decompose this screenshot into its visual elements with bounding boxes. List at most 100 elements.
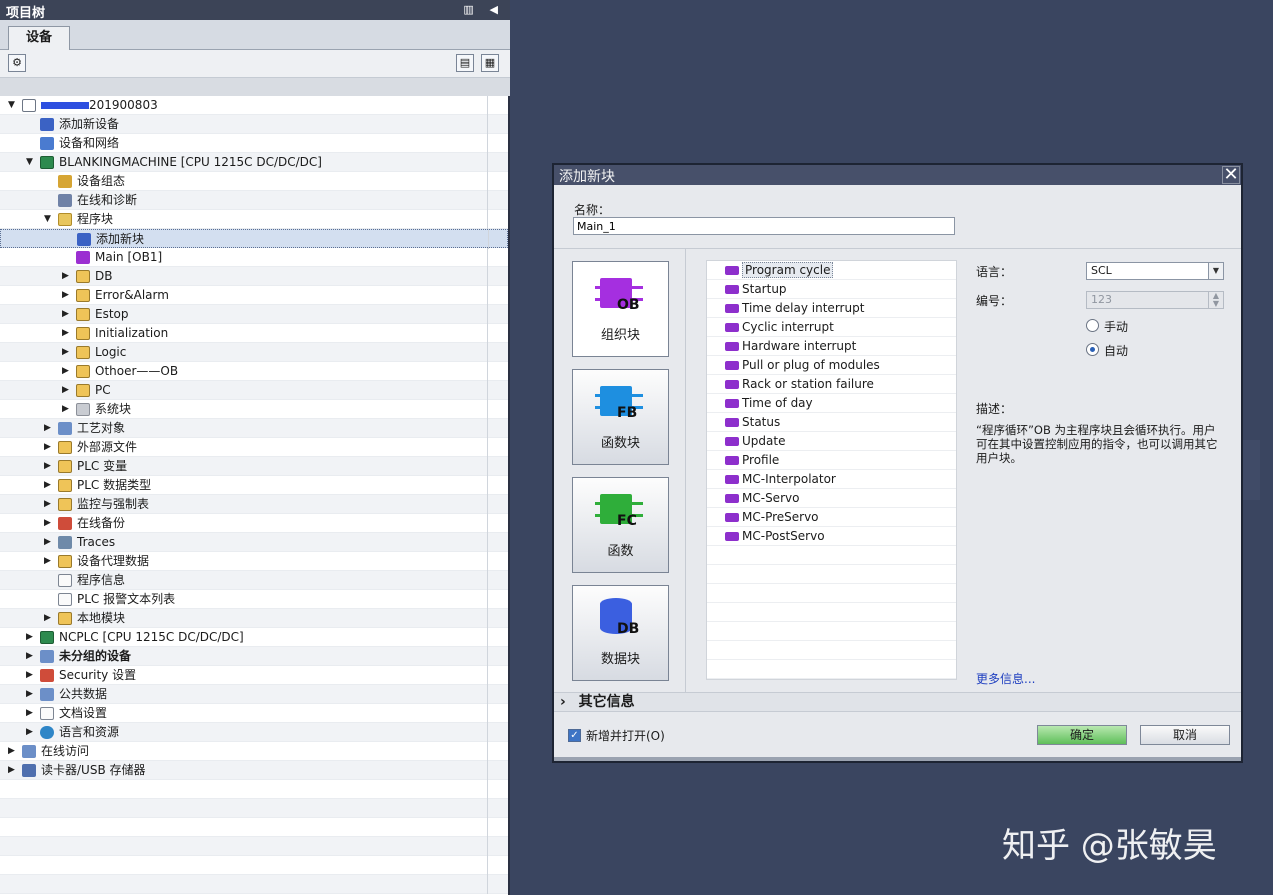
- tree-item-folder-logic[interactable]: ▶ Logic: [0, 343, 508, 362]
- block-type-ob-button[interactable]: OB 组织块: [572, 261, 669, 357]
- cancel-button[interactable]: 取消: [1140, 725, 1230, 745]
- more-info-link[interactable]: 更多信息...: [976, 670, 1035, 687]
- tree-item-online-access[interactable]: ▶ 在线访问: [0, 742, 508, 761]
- ob-list-item[interactable]: Startup: [707, 280, 956, 299]
- tree-item-plc-ncplc[interactable]: ▶ NCPLC [CPU 1215C DC/DC/DC]: [0, 628, 508, 647]
- expand-right-icon[interactable]: ▶: [8, 761, 18, 780]
- ob-list-item[interactable]: MC-Servo: [707, 489, 956, 508]
- ob-list-item[interactable]: Status: [707, 413, 956, 432]
- tree-item-plc-alarm-text-lists[interactable]: PLC 报警文本列表: [0, 590, 508, 609]
- tree-item-document-settings[interactable]: ▶ 文档设置: [0, 704, 508, 723]
- properties-icon[interactable]: ⚙: [8, 54, 26, 72]
- ob-list-item[interactable]: MC-PostServo: [707, 527, 956, 546]
- expand-right-icon[interactable]: ▶: [44, 533, 54, 552]
- ob-list-item[interactable]: MC-PreServo: [707, 508, 956, 527]
- tree-item-card-reader-usb[interactable]: ▶ 读卡器/USB 存储器: [0, 761, 508, 780]
- tree-item-folder-other-ob[interactable]: ▶ Othoer——OB: [0, 362, 508, 381]
- expand-right-icon[interactable]: ▶: [26, 685, 36, 704]
- expand-down-icon[interactable]: ▼: [44, 210, 54, 229]
- ob-list-item[interactable]: Hardware interrupt: [707, 337, 956, 356]
- tab-devices[interactable]: 设备: [8, 26, 70, 50]
- tree-item-folder-pc[interactable]: ▶ PC: [0, 381, 508, 400]
- tree-item-plc-data-types[interactable]: ▶ PLC 数据类型: [0, 476, 508, 495]
- expand-right-icon[interactable]: ▶: [44, 438, 54, 457]
- ob-list-item[interactable]: Cyclic interrupt: [707, 318, 956, 337]
- chevron-down-icon[interactable]: ▼: [1208, 263, 1223, 279]
- expand-right-icon[interactable]: ▶: [62, 400, 72, 419]
- language-select[interactable]: SCL ▼: [1086, 262, 1224, 280]
- expand-right-icon[interactable]: ▶: [26, 628, 36, 647]
- block-type-fb-button[interactable]: FB 函数块: [572, 369, 669, 465]
- expand-right-icon[interactable]: ▶: [62, 324, 72, 343]
- tree-item-technology-objects[interactable]: ▶ 工艺对象: [0, 419, 508, 438]
- tree-item-add-new-device[interactable]: 添加新设备: [0, 115, 508, 134]
- expand-right-icon[interactable]: ▶: [62, 381, 72, 400]
- tree-item-add-new-block[interactable]: 添加新块: [0, 229, 508, 249]
- radio-auto[interactable]: [1086, 343, 1099, 356]
- tree-item-folder-error-alarm[interactable]: ▶ Error&Alarm: [0, 286, 508, 305]
- expand-right-icon[interactable]: ▶: [8, 742, 18, 761]
- tree-item-folder-estop[interactable]: ▶ Estop: [0, 305, 508, 324]
- panel-controls[interactable]: ▥ ◀: [463, 3, 504, 16]
- block-type-db-button[interactable]: DB 数据块: [572, 585, 669, 681]
- tree-item-main-ob1[interactable]: Main [OB1]: [0, 248, 508, 267]
- expand-right-icon[interactable]: ▶: [26, 666, 36, 685]
- tree-item-online-diagnostics[interactable]: 在线和诊断: [0, 191, 508, 210]
- ob-list-item[interactable]: MC-Interpolator: [707, 470, 956, 489]
- tree-item-devices-and-networks[interactable]: 设备和网络: [0, 134, 508, 153]
- overview-view-icon[interactable]: ▤: [456, 54, 474, 72]
- tree-item-program-info[interactable]: 程序信息: [0, 571, 508, 590]
- tree-item-folder-initialization[interactable]: ▶ Initialization: [0, 324, 508, 343]
- ob-list-item[interactable]: Profile: [707, 451, 956, 470]
- tree-item-common-data[interactable]: ▶ 公共数据: [0, 685, 508, 704]
- tree-item-plc-blankingmachine[interactable]: ▼ BLANKINGMACHINE [CPU 1215C DC/DC/DC]: [0, 153, 508, 172]
- tree-item-ungrouped-devices[interactable]: ▶ 未分组的设备: [0, 647, 508, 666]
- tree-item-watch-force-tables[interactable]: ▶ 监控与强制表: [0, 495, 508, 514]
- expand-down-icon[interactable]: ▼: [8, 96, 18, 115]
- expand-right-icon[interactable]: ▶: [62, 286, 72, 305]
- ob-list-item[interactable]: Rack or station failure: [707, 375, 956, 394]
- expand-down-icon[interactable]: ▼: [26, 153, 36, 172]
- expand-right-icon[interactable]: ▶: [26, 723, 36, 742]
- tree-item-languages-resources[interactable]: ▶ 语言和资源: [0, 723, 508, 742]
- table-export-icon[interactable]: ▦: [481, 54, 499, 72]
- tree-item-external-source-files[interactable]: ▶ 外部源文件: [0, 438, 508, 457]
- name-input[interactable]: [573, 217, 955, 235]
- ob-list-item[interactable]: Time delay interrupt: [707, 299, 956, 318]
- tree-item-device-configuration[interactable]: 设备组态: [0, 172, 508, 191]
- expand-right-icon[interactable]: ▶: [26, 647, 36, 666]
- tree-item-project-root[interactable]: ▼ 201900803: [0, 96, 508, 115]
- tree-item-folder-db[interactable]: ▶ DB: [0, 267, 508, 286]
- other-info-expander[interactable]: › 其它信息: [554, 692, 1241, 712]
- tree-item-system-blocks[interactable]: ▶ 系统块: [0, 400, 508, 419]
- add-and-open-checkbox[interactable]: ✓: [568, 729, 581, 742]
- tree-item-online-backups[interactable]: ▶ 在线备份: [0, 514, 508, 533]
- tree-item-security-settings[interactable]: ▶ Security 设置: [0, 666, 508, 685]
- expand-right-icon[interactable]: ▶: [44, 514, 54, 533]
- ob-list-item[interactable]: Update: [707, 432, 956, 451]
- tree-item-plc-tags[interactable]: ▶ PLC 变量: [0, 457, 508, 476]
- expand-right-icon[interactable]: ▶: [44, 552, 54, 571]
- expand-right-icon[interactable]: ▶: [44, 609, 54, 628]
- tree-item-local-modules[interactable]: ▶ 本地模块: [0, 609, 508, 628]
- ob-event-list[interactable]: Program cycle Startup Time delay interrupt…: [706, 260, 957, 680]
- ob-list-item[interactable]: Time of day: [707, 394, 956, 413]
- tree-item-device-proxy-data[interactable]: ▶ 设备代理数据: [0, 552, 508, 571]
- expand-right-icon[interactable]: ▶: [44, 419, 54, 438]
- ok-button[interactable]: 确定: [1037, 725, 1127, 745]
- expand-right-icon[interactable]: ▶: [62, 305, 72, 324]
- close-icon[interactable]: ✕: [1222, 166, 1240, 184]
- tree-item-program-blocks[interactable]: ▼ 程序块: [0, 210, 508, 229]
- expand-right-icon[interactable]: ▶: [62, 267, 72, 286]
- ob-list-item[interactable]: Pull or plug of modules: [707, 356, 956, 375]
- expand-right-icon[interactable]: ▶: [62, 362, 72, 381]
- expand-right-icon[interactable]: ▶: [44, 457, 54, 476]
- expand-right-icon[interactable]: ▶: [44, 495, 54, 514]
- tree-item-traces[interactable]: ▶ Traces: [0, 533, 508, 552]
- expand-right-icon[interactable]: ▶: [26, 704, 36, 723]
- ob-list-item[interactable]: Program cycle: [707, 261, 956, 280]
- block-type-fc-button[interactable]: FC 函数: [572, 477, 669, 573]
- expand-right-icon[interactable]: ▶: [44, 476, 54, 495]
- radio-manual[interactable]: [1086, 319, 1099, 332]
- expand-right-icon[interactable]: ▶: [62, 343, 72, 362]
